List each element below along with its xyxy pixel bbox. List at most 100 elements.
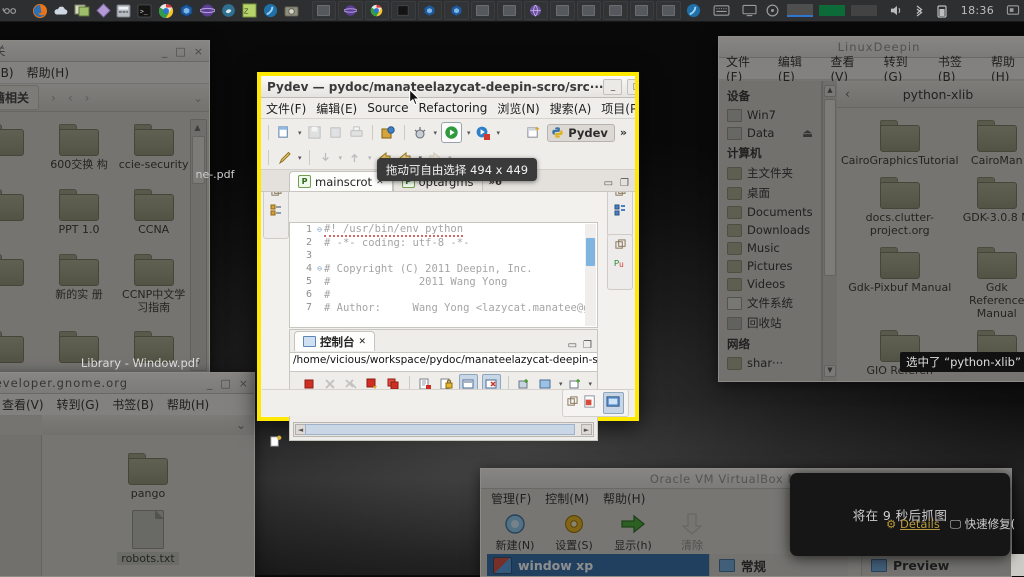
open-perspective-icon[interactable]: [525, 124, 542, 141]
fm-menubar[interactable]: 文件(F) 编辑(E) 查看(V) 转到(G) 书签(B) 帮助(H): [719, 55, 1024, 84]
tab-console[interactable]: 控制台 ✕: [294, 331, 376, 351]
vbox-menu-control[interactable]: 控制(M): [545, 490, 589, 507]
books-file-grid[interactable]: 600交换 构 ccie-security PPT 1.0 CCNA 新的实 册…: [0, 116, 193, 374]
fold-marker[interactable]: ⊖: [315, 225, 324, 234]
scrollbar-thumb[interactable]: [586, 238, 595, 266]
editor-view-controls[interactable]: ▭ ❐: [604, 178, 635, 191]
scroll-down-icon[interactable]: ▼: [824, 365, 836, 377]
pydev-perspective-bar[interactable]: Pydev »: [525, 123, 631, 142]
chevron-down-icon[interactable]: ▾: [368, 154, 372, 162]
gnome-place-item[interactable]: wnloads: [0, 537, 41, 555]
window-pydev-eclipse[interactable]: Pydev — pydoc/manateelazycat-deepin-scro…: [257, 72, 639, 447]
restore-icon[interactable]: [567, 396, 578, 410]
deepin-icon[interactable]: [261, 1, 280, 20]
infinity-logo-icon[interactable]: [1, 1, 20, 20]
console-view-icon[interactable]: [603, 392, 624, 414]
firefox-icon[interactable]: [31, 1, 50, 20]
vbox-details-button[interactable]: ⚙ Details: [886, 517, 940, 531]
calculator-icon[interactable]: [115, 1, 134, 20]
gnome-place-item[interactable]: 面: [0, 499, 41, 519]
restore-icon[interactable]: [614, 239, 626, 253]
volume-icon[interactable]: [886, 1, 907, 20]
fm-menu-bookmarks[interactable]: 书签(B): [938, 53, 978, 84]
fm-file-grid[interactable]: CairoGraphicsTutorial CairoMan docs.clut…: [837, 108, 1024, 381]
maximize-view-icon[interactable]: ❐: [620, 178, 629, 189]
list-item[interactable]: CairoGraphicsTutorial: [841, 120, 959, 167]
gnome-places-sidebar[interactable]: 7 a 文件夹 面 uments wnloads: [0, 435, 42, 576]
tab-close-icon[interactable]: ✕: [359, 337, 367, 347]
notifications-icon[interactable]: [1002, 1, 1023, 20]
scrollbar-thumb[interactable]: [824, 99, 836, 276]
console-view-controls[interactable]: ▭ ❐: [568, 340, 597, 351]
window-linuxdeepin-file-manager[interactable]: LinuxDeepin 文件(F) 编辑(E) 查看(V) 转到(G) 书签(B…: [718, 36, 1024, 382]
save-icon[interactable]: [306, 124, 323, 141]
fm-place-desktop[interactable]: 桌面: [719, 183, 821, 203]
task-button-3[interactable]: [497, 1, 522, 20]
books-back-button[interactable]: ‹: [68, 91, 73, 105]
scroll-right-icon[interactable]: ►: [581, 424, 592, 435]
vbox-quickfix-button[interactable]: 🖵 快速修复(: [950, 516, 1015, 532]
pydev-minimize-button[interactable]: _: [603, 78, 623, 95]
fm-place-videos[interactable]: Videos: [719, 275, 821, 293]
debug-view-icon[interactable]: [583, 394, 598, 412]
pydev-window-controls[interactable]: _ □ ×: [603, 78, 635, 95]
window-books-file-manager[interactable]: 籍相关 _ □ × 书签(B) 帮助(H) 书籍相关 › ‹ › ⌄ 600交换…: [0, 40, 210, 375]
pydev-menu-navigate[interactable]: 浏览(N): [497, 100, 539, 117]
outline-view-icon[interactable]: [270, 204, 282, 219]
fm-place-documents[interactable]: Documents: [719, 203, 821, 221]
pydev-right-fastview-bottom[interactable]: Pu: [607, 234, 633, 290]
gnome-menu-go[interactable]: 转到(G): [57, 396, 100, 413]
list-item[interactable]: [0, 331, 40, 366]
fm-places-scrollbar[interactable]: ▲ ▼: [822, 81, 837, 381]
chevron-down-icon[interactable]: ▾: [339, 154, 343, 162]
task-button-terminal[interactable]: [391, 1, 416, 20]
chevron-down-icon[interactable]: ▾: [467, 129, 471, 137]
breadcrumb[interactable]: python-xlib: [850, 87, 1024, 102]
chevron-down-icon[interactable]: ▾: [559, 380, 563, 388]
display-icon[interactable]: [739, 1, 760, 20]
list-item[interactable]: 新的实 册: [44, 253, 115, 318]
eject-icon[interactable]: ⏏: [802, 126, 813, 140]
chevron-down-icon[interactable]: ▾: [298, 154, 302, 162]
gnome-menu-help[interactable]: 帮助(H): [167, 396, 209, 413]
workspace-switcher-2[interactable]: [817, 1, 847, 20]
books-close-button[interactable]: ×: [194, 45, 203, 58]
gnome-menu-view[interactable]: 查看(V): [2, 396, 44, 413]
next-annotation-icon[interactable]: [317, 149, 334, 166]
minimize-view-icon[interactable]: ▭: [568, 340, 577, 351]
vbox-menu-help[interactable]: 帮助(H): [603, 490, 645, 507]
books-titlebar[interactable]: 籍相关 _ □ ×: [0, 41, 209, 62]
fm-place-win7[interactable]: Win7: [719, 106, 821, 124]
books-minimize-button[interactable]: _: [162, 45, 168, 58]
window-gnome-file-manager[interactable]: developer.gnome.org _ □ × 编辑(E) 查看(V) 转到…: [0, 372, 255, 577]
new-view-icon[interactable]: [269, 435, 282, 451]
gnome-window-controls[interactable]: _ □ ×: [207, 377, 248, 390]
vbox-tab-preview[interactable]: Preview: [861, 554, 1024, 576]
list-item[interactable]: pango: [42, 453, 254, 500]
chevron-down-icon[interactable]: ▾: [497, 129, 501, 137]
list-item[interactable]: PPT 1.0: [44, 188, 115, 240]
list-item[interactable]: Gdk-Pixbuf Manual: [841, 247, 959, 320]
perspective-pydev-button[interactable]: Pydev: [547, 123, 615, 142]
debug-icon[interactable]: [412, 124, 429, 141]
fm-menu-file[interactable]: 文件(F): [726, 53, 765, 84]
books-dropdown-icon[interactable]: ⌄: [193, 91, 203, 105]
battery-icon[interactable]: [932, 1, 953, 20]
books-pathbar[interactable]: 书籍相关 › ‹ › ⌄: [0, 84, 209, 112]
pydev-status-fastview-group[interactable]: [562, 389, 629, 417]
minimize-view-icon[interactable]: ▭: [604, 178, 613, 189]
list-item[interactable]: [0, 253, 40, 318]
camera-icon[interactable]: [282, 1, 301, 20]
pydev-titlebar[interactable]: Pydev — pydoc/manateelazycat-deepin-scro…: [261, 76, 635, 98]
books-window-controls[interactable]: _ □ ×: [162, 45, 203, 58]
task-button-6[interactable]: [603, 1, 628, 20]
gnome-icon[interactable]: [219, 1, 238, 20]
list-item[interactable]: Gdk Reference Manual: [959, 247, 1024, 320]
pydev-menu-source[interactable]: Source: [367, 101, 408, 115]
task-button-7[interactable]: [629, 1, 655, 20]
toolbar-overflow-icon[interactable]: »: [620, 126, 627, 139]
virtualbox-icon[interactable]: [177, 1, 196, 20]
print-icon[interactable]: [348, 124, 365, 141]
workspace-switcher-3[interactable]: [849, 1, 879, 20]
vbox-vm-list-item[interactable]: window xp: [487, 554, 711, 576]
